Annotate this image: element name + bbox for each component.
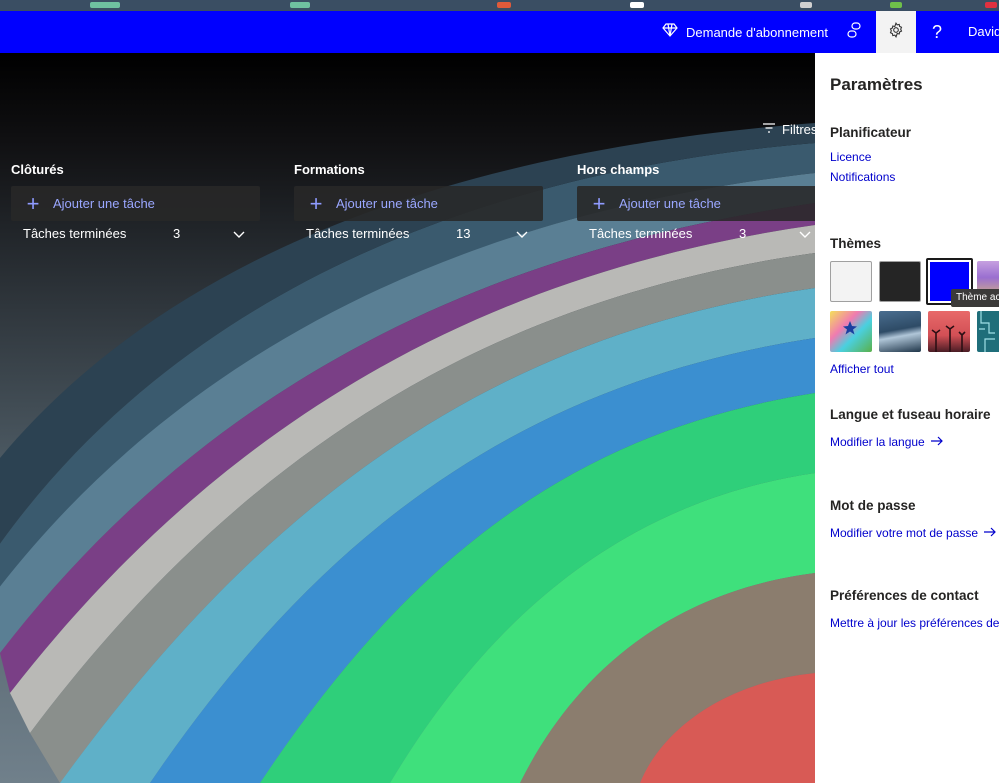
arrow-right-icon [930,435,943,449]
bookmark-item[interactable] [985,2,997,8]
add-task-label: Ajouter une tâche [336,196,438,211]
completed-tasks-toggle[interactable]: Tâches terminées 13 [294,219,543,247]
board-area: Filtres Clôturés + Ajouter une tâche Tâc… [0,53,815,783]
change-password-link[interactable]: Modifier votre mot de passe [830,526,996,540]
settings-title: Paramètres [830,75,923,94]
subscription-request-button[interactable]: Demande d'abonnement [662,11,828,53]
theme-swatch-art[interactable] [830,311,872,352]
notifications-link[interactable]: Notifications [830,170,895,184]
bucket-column: Formations + Ajouter une tâche Tâches te… [294,161,543,241]
bucket-title[interactable]: Clôturés [11,161,260,181]
license-link[interactable]: Licence [830,150,871,164]
theme-swatch-sunset[interactable] [928,311,970,352]
arrow-right-icon [983,526,996,540]
diamond-icon [662,22,678,42]
change-language-label: Modifier la langue [830,435,925,449]
share-icon [847,21,863,43]
completed-tasks-label: Tâches terminées [589,225,693,241]
bookmark-item[interactable] [800,2,812,8]
settings-panel: Paramètres Planificateur Licence Notific… [815,53,999,783]
change-password-label: Modifier votre mot de passe [830,526,979,540]
browser-bookmark-strip [0,0,999,11]
language-section-title: Langue et fuseau horaire [830,407,991,422]
filters-label: Filtres [782,122,815,137]
theme-swatch-wave[interactable] [879,311,921,352]
bookmark-item[interactable] [497,2,511,8]
chevron-down-icon [799,227,811,242]
settings-button[interactable] [876,11,916,53]
bookmark-item[interactable] [90,2,120,8]
add-task-label: Ajouter une tâche [619,196,721,211]
add-task-button[interactable]: + Ajouter une tâche [294,186,543,221]
app-header: Demande d'abonnement ? David [0,11,999,53]
bucket-column: Hors champs + Ajouter une tâche Tâches t… [577,161,815,241]
completed-tasks-toggle[interactable]: Tâches terminées 3 [11,219,260,247]
plus-icon: + [592,190,606,216]
subscription-request-label: Demande d'abonnement [686,24,828,40]
contact-section-title: Préférences de contact [830,588,979,603]
theme-swatch-dark[interactable] [879,261,921,302]
completed-tasks-label: Tâches terminées [306,225,410,241]
user-name[interactable]: David [968,11,999,53]
plus-icon: + [26,190,40,216]
help-icon: ? [931,21,942,42]
help-button[interactable]: ? [917,11,957,53]
bucket-column: Clôturés + Ajouter une tâche Tâches term… [11,161,260,241]
theme-swatch-light[interactable] [830,261,872,302]
chevron-down-icon [516,227,528,242]
completed-tasks-label: Tâches terminées [23,225,127,241]
completed-tasks-count: 3 [739,225,747,241]
completed-tasks-toggle[interactable]: Tâches terminées 3 [577,219,815,247]
add-task-label: Ajouter une tâche [53,196,155,211]
filter-icon [762,122,776,137]
password-section-title: Mot de passe [830,498,916,513]
show-all-themes-link[interactable]: Afficher tout [830,362,894,376]
change-language-link[interactable]: Modifier la langue [830,435,943,449]
add-task-button[interactable]: + Ajouter une tâche [577,186,815,221]
update-contact-preferences-link[interactable]: Mettre à jour les préférences de [830,616,999,630]
themes-section-title: Thèmes [830,236,882,251]
bookmark-item[interactable] [290,2,310,8]
bucket-title[interactable]: Formations [294,161,543,181]
completed-tasks-count: 3 [173,225,181,241]
bucket-title[interactable]: Hors champs [577,161,815,181]
completed-tasks-count: 13 [456,225,471,241]
planner-section-title: Planificateur [830,125,912,140]
theme-swatch-circuit[interactable] [977,311,999,352]
share-button[interactable] [835,11,875,53]
bookmark-item[interactable] [630,2,644,8]
add-task-button[interactable]: + Ajouter une tâche [11,186,260,221]
theme-tooltip: Thème ac [951,289,999,307]
chevron-down-icon [233,227,245,242]
plus-icon: + [309,190,323,216]
gear-icon [888,21,904,43]
filters-button[interactable]: Filtres [762,122,815,137]
bookmark-item[interactable] [890,2,902,8]
